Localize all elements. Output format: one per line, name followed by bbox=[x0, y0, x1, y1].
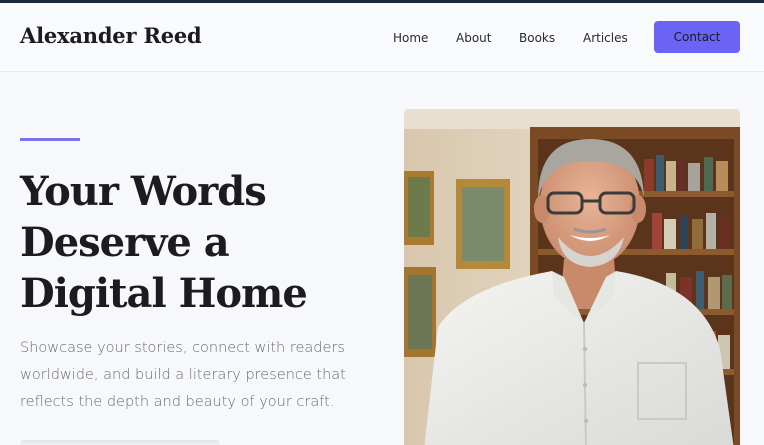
button-shadow-hint bbox=[20, 440, 220, 445]
site-header: Alexander Reed Home About Books Articles… bbox=[0, 3, 764, 72]
nav-home-link[interactable]: Home bbox=[393, 31, 428, 45]
nav-articles-link[interactable]: Articles bbox=[583, 31, 628, 45]
hero-subtitle: Showcase your stories, connect with read… bbox=[20, 340, 346, 410]
author-portrait bbox=[404, 109, 740, 445]
contact-button[interactable]: Contact bbox=[654, 21, 740, 53]
nav-books-link[interactable]: Books bbox=[519, 31, 555, 45]
nav-about-link[interactable]: About bbox=[456, 31, 491, 45]
hero-title: Your Words Deserve a Digital Home bbox=[20, 168, 308, 317]
accent-divider bbox=[20, 138, 80, 141]
site-logo-text[interactable]: Alexander Reed bbox=[20, 23, 202, 48]
